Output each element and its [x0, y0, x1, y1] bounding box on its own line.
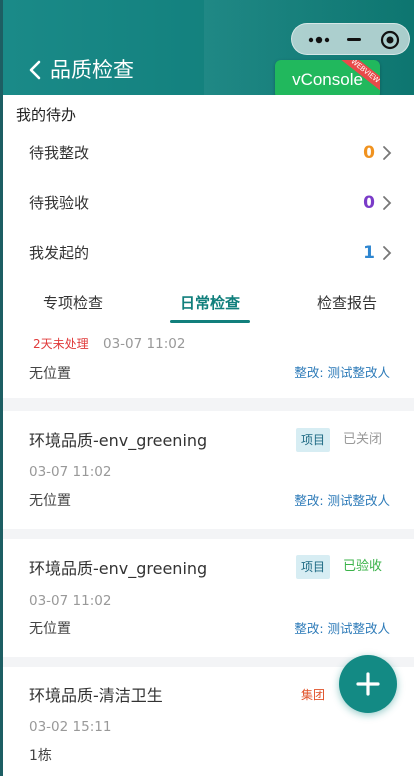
item-location: 1栋 [29, 748, 52, 764]
item-tag: 项目 [296, 428, 330, 452]
minimize-icon[interactable] [347, 38, 361, 41]
section-title: 我的待办 [16, 106, 77, 124]
plus-icon [356, 672, 380, 696]
list-item[interactable]: 2天未处理 03-07 11:02 无位置 整改: 测试整改人 [3, 330, 414, 398]
overdue-badge: 2天未处理 [33, 337, 89, 351]
mini-program-capsule [291, 23, 410, 55]
todo-row-rectify[interactable]: 待我整改 0 [3, 138, 414, 168]
item-location: 无位置 [29, 366, 71, 382]
todo-count: 1 [363, 243, 375, 263]
tab-special-inspection[interactable]: 专项检查 [43, 292, 103, 314]
item-tag: 集团 [301, 688, 326, 702]
todo-count: 0 [363, 193, 375, 213]
item-assignee: 整改: 测试整改人 [294, 493, 390, 508]
tab-bar: 专项检查 日常检查 检查报告 [3, 285, 414, 325]
todo-row-accept[interactable]: 待我验收 0 [3, 188, 414, 218]
item-time: 03-07 11:02 [103, 336, 186, 352]
item-assignee: 整改: 测试整改人 [294, 621, 390, 636]
chevron-right-icon [383, 246, 392, 260]
item-time: 03-07 11:02 [29, 593, 112, 609]
item-assignee: 整改: 测试整改人 [294, 365, 390, 380]
todo-count: 0 [363, 143, 375, 163]
todo-label: 待我整改 [29, 144, 90, 162]
item-time: 03-07 11:02 [29, 464, 112, 480]
item-location: 无位置 [29, 621, 71, 637]
close-target-icon[interactable] [380, 30, 400, 50]
page-title: 品质检查 [50, 58, 134, 82]
tab-inspection-report[interactable]: 检查报告 [317, 292, 377, 314]
vconsole-button[interactable]: vConsole WEBVIEW [275, 60, 380, 99]
item-status: 已验收 [343, 559, 383, 574]
add-inspection-button[interactable] [339, 655, 397, 713]
chevron-right-icon [383, 146, 392, 160]
item-name: 环境品质-env_greening [29, 559, 208, 578]
todo-row-initiated[interactable]: 我发起的 1 [3, 238, 414, 268]
item-location: 无位置 [29, 493, 71, 509]
active-tab-indicator [170, 320, 250, 323]
tab-daily-inspection[interactable]: 日常检查 [180, 292, 240, 314]
item-name: 环境品质-env_greening [29, 431, 208, 450]
item-name: 环境品质-清洁卫生 [29, 686, 163, 705]
back-arrow-icon[interactable] [27, 59, 43, 81]
item-tag: 项目 [296, 555, 330, 579]
todo-label: 我发起的 [29, 244, 90, 262]
item-time: 03-02 15:11 [29, 719, 112, 735]
list-item[interactable]: 环境品质-env_greening 项目 已关闭 03-07 11:02 无位置… [3, 411, 414, 529]
chevron-right-icon [383, 196, 392, 210]
more-icon[interactable] [306, 33, 332, 47]
todo-label: 待我验收 [29, 194, 90, 212]
list-item[interactable]: 环境品质-env_greening 项目 已验收 03-07 11:02 无位置… [3, 539, 414, 657]
app-screen: 品质检查 vConsole WEBVIEW 我的待办 待我整改 0 待我验收 0 [3, 0, 414, 776]
vconsole-label: vConsole [292, 70, 363, 89]
todo-card: 我的待办 待我整改 0 待我验收 0 我发起的 1 专项检查 日常检查 检查报告 [3, 95, 414, 330]
item-status: 已关闭 [343, 432, 383, 447]
